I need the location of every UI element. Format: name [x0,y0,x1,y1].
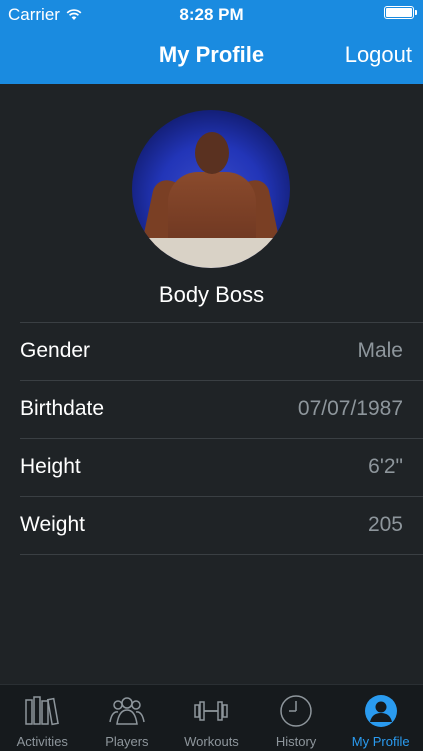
logout-button[interactable]: Logout [345,42,412,68]
tab-label: Workouts [184,734,239,749]
battery-fill [386,8,412,17]
tab-label: My Profile [351,734,410,749]
field-value: 6'2" [368,455,403,478]
status-time: 8:28 PM [179,5,244,24]
nav-bar: My Profile Logout [0,28,423,84]
tab-activities[interactable]: Activities [0,685,85,751]
tab-label: Players [105,734,149,749]
dumbbell-icon [194,701,229,721]
field-value: 205 [367,513,403,536]
profile-fields: Gender Male Birthdate 07/07/1987 Height … [0,322,423,555]
field-value: Male [357,339,403,362]
field-label: Weight [20,513,85,536]
field-row-birthdate[interactable]: Birthdate 07/07/1987 [20,380,423,438]
tab-workouts[interactable]: Workouts [169,685,254,751]
battery-icon [384,6,417,19]
field-row-height[interactable]: Height 6'2" [20,438,423,496]
person-icon [364,695,397,727]
clock-icon [280,695,312,727]
group-icon [109,697,145,725]
field-label: Gender [20,339,91,362]
tab-my-profile[interactable]: My Profile [338,685,423,751]
avatar-base [132,238,290,268]
tab-history[interactable]: History [254,685,339,751]
field-label: Height [20,455,81,478]
avatar-head [195,132,229,174]
field-row-weight[interactable]: Weight 205 [20,496,423,555]
field-row-gender[interactable]: Gender Male [20,322,423,380]
avatar [132,110,290,268]
tab-players[interactable]: Players [85,685,170,751]
field-label: Birthdate [20,397,105,420]
profile-name: Body Boss [158,282,265,307]
tab-label: Activities [16,734,68,749]
books-icon [25,696,60,726]
status-bar: Carrier 8:28 PM [0,0,423,28]
tab-label: History [275,734,317,749]
tab-bar: Activities Players Workouts History My P… [0,684,423,751]
field-value: 07/07/1987 [297,397,403,420]
